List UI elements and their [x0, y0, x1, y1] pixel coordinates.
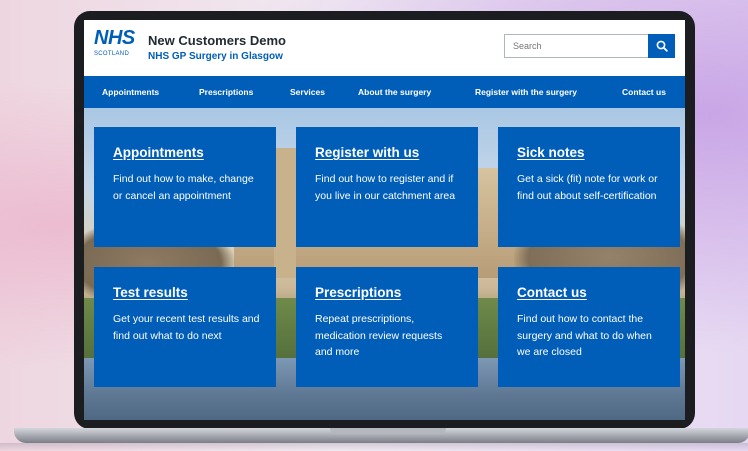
logo-text: NHS — [94, 27, 135, 49]
search-icon — [656, 40, 668, 52]
search-input[interactable] — [504, 34, 648, 58]
card-prescriptions[interactable]: Prescriptions Repeat prescriptions, medi… — [296, 267, 478, 387]
search-button[interactable] — [648, 34, 675, 58]
nav-item-appointments[interactable]: Appointments — [102, 76, 159, 108]
card-title[interactable]: Test results — [113, 285, 260, 300]
hero-background-photo: Appointments Find out how to make, chang… — [84, 108, 685, 420]
hero-tower — [274, 148, 296, 278]
nav-item-contact-us[interactable]: Contact us — [622, 76, 666, 108]
card-title[interactable]: Sick notes — [517, 145, 664, 160]
card-description: Find out how to register and if you live… — [315, 173, 456, 202]
nav-item-register-with-the-surgery[interactable]: Register with the surgery — [475, 76, 577, 108]
site-title[interactable]: New Customers Demo — [148, 33, 286, 48]
laptop-screen: NHS SCOTLAND New Customers Demo NHS GP S… — [84, 20, 685, 420]
card-title[interactable]: Contact us — [517, 285, 664, 300]
card-title[interactable]: Appointments — [113, 145, 260, 160]
card-register-with-us[interactable]: Register with us Find out how to registe… — [296, 127, 478, 247]
card-sick-notes[interactable]: Sick notes Get a sick (fit) note for wor… — [498, 127, 680, 247]
card-description: Find out how to make, change or cancel a… — [113, 173, 254, 202]
card-description: Get a sick (fit) note for work or find o… — [517, 173, 658, 202]
card-description: Get your recent test results and find ou… — [113, 313, 260, 342]
nav-item-services[interactable]: Services — [290, 76, 325, 108]
logo-subtext: SCOTLAND — [94, 51, 130, 57]
card-description: Find out how to contact the surgery and … — [517, 313, 652, 358]
laptop-base-notch — [330, 428, 446, 434]
site-subtitle: NHS GP Surgery in Glasgow — [148, 51, 283, 62]
card-appointments[interactable]: Appointments Find out how to make, chang… — [94, 127, 276, 247]
card-test-results[interactable]: Test results Get your recent test result… — [94, 267, 276, 387]
laptop-base — [14, 428, 748, 443]
card-title[interactable]: Register with us — [315, 145, 462, 160]
card-contact-us[interactable]: Contact us Find out how to contact the s… — [498, 267, 680, 387]
site-header: NHS SCOTLAND New Customers Demo NHS GP S… — [84, 20, 685, 76]
nav-item-prescriptions[interactable]: Prescriptions — [199, 76, 253, 108]
nhs-scotland-logo[interactable]: NHS SCOTLAND — [94, 28, 140, 57]
card-title[interactable]: Prescriptions — [315, 285, 462, 300]
main-nav: Appointments Prescriptions Services Abou… — [84, 76, 685, 108]
nav-item-about-the-surgery[interactable]: About the surgery — [358, 76, 431, 108]
card-description: Repeat prescriptions, medication review … — [315, 313, 443, 358]
laptop-shadow — [0, 443, 748, 451]
